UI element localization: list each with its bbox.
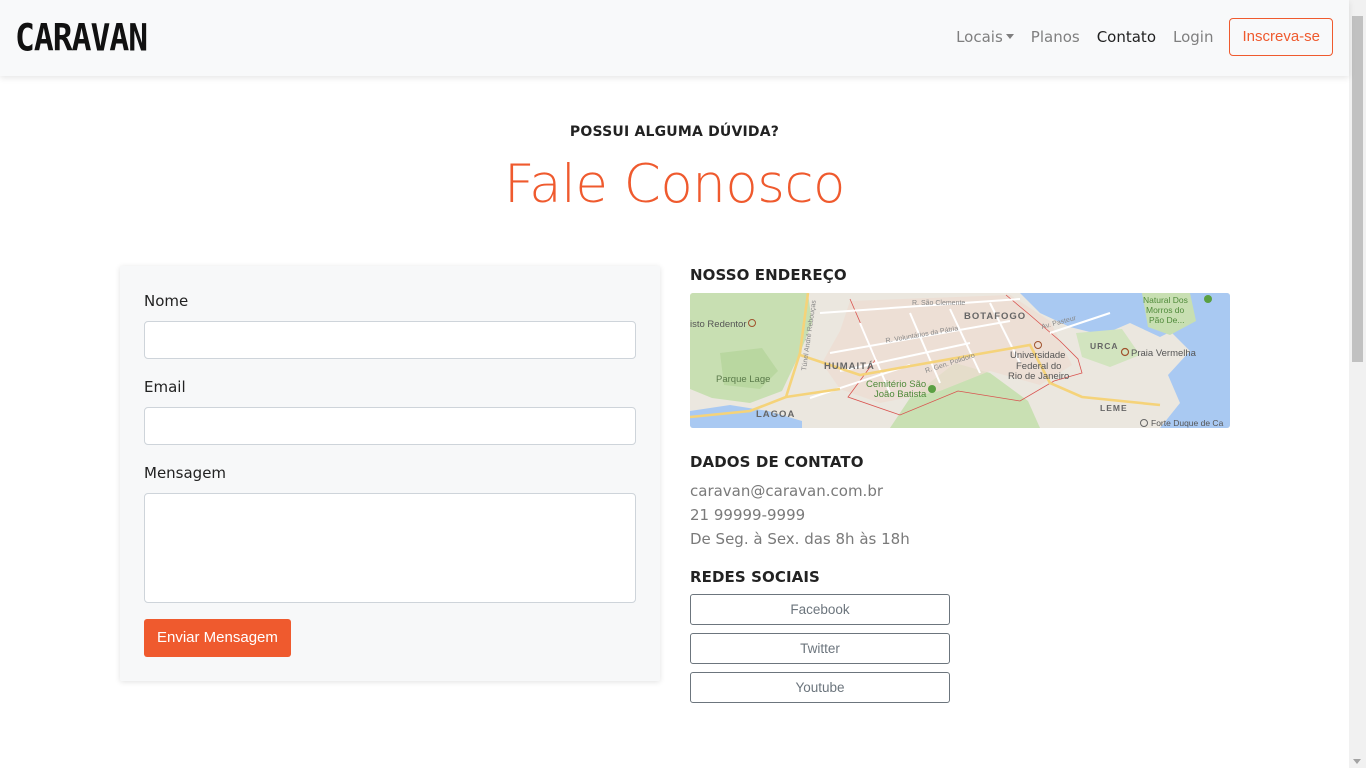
map-label-univ-3: Rio de Janeiro bbox=[1008, 371, 1069, 382]
address-map[interactable]: isto Redentor Parque Lage HUMAITÁ LAGOA … bbox=[690, 293, 1230, 428]
email-label: Email bbox=[144, 378, 186, 396]
nav-link-locais[interactable]: Locais bbox=[956, 18, 1014, 56]
nav-link-planos[interactable]: Planos bbox=[1031, 18, 1080, 56]
page-scrollbar[interactable] bbox=[1349, 0, 1366, 768]
name-label: Nome bbox=[144, 292, 189, 310]
map-label-urca: URCA bbox=[1090, 341, 1119, 351]
map-label-parque-lage: Parque Lage bbox=[716, 374, 770, 385]
address-heading: NOSSO ENDEREÇO bbox=[690, 266, 847, 284]
map-label-humaita: HUMAITÁ bbox=[824, 361, 875, 372]
contact-hours: De Seg. à Sex. das 8h às 18h bbox=[690, 530, 910, 548]
map-street-sao-clemente: R. São Clemente bbox=[912, 300, 965, 307]
nav-link-label: Locais bbox=[956, 28, 1003, 46]
map-label-pao-3: Pão De... bbox=[1149, 315, 1184, 325]
map-label-cemiterio-2: João Batista bbox=[874, 389, 927, 400]
map-label-univ-1: Universidade bbox=[1010, 350, 1065, 361]
contact-heading: DADOS DE CONTATO bbox=[690, 453, 864, 471]
map-label-pao-2: Morros do bbox=[1146, 305, 1185, 315]
brand-logo[interactable]: CARAVAN bbox=[15, 17, 148, 58]
twitter-button[interactable]: Twitter bbox=[690, 633, 950, 664]
contact-phone: 21 99999-9999 bbox=[690, 506, 806, 524]
nav-link-contato[interactable]: Contato bbox=[1097, 18, 1156, 56]
message-textarea[interactable] bbox=[144, 493, 636, 603]
contact-form: Nome Email Mensagem Enviar Mensagem bbox=[120, 266, 660, 681]
youtube-button[interactable]: Youtube bbox=[690, 672, 950, 703]
page-title: Fale Conosco bbox=[504, 154, 845, 215]
map-label-pao-1: Natural Dos bbox=[1143, 295, 1188, 305]
scrollbar-thumb[interactable] bbox=[1352, 16, 1363, 362]
scroll-down-arrow-icon[interactable] bbox=[1353, 759, 1361, 764]
map-label-cristo: isto Redentor bbox=[690, 319, 747, 330]
poi-park-icon bbox=[1204, 295, 1212, 303]
map-label-lagoa: LAGOA bbox=[756, 409, 795, 420]
map-label-praia: Praia Vermelha bbox=[1131, 348, 1197, 359]
email-input[interactable] bbox=[144, 407, 636, 445]
nav-link-login[interactable]: Login bbox=[1173, 18, 1213, 56]
page-eyebrow: POSSUI ALGUMA DÚVIDA? bbox=[569, 124, 780, 140]
nav-menu: Locais Planos Contato Login Inscreva-se bbox=[939, 18, 1333, 56]
contact-email: caravan@caravan.com.br bbox=[690, 482, 884, 500]
map-label-leme: LEME bbox=[1100, 403, 1128, 413]
poi-park-icon bbox=[928, 385, 936, 393]
signup-button[interactable]: Inscreva-se bbox=[1229, 18, 1333, 56]
facebook-button[interactable]: Facebook bbox=[690, 594, 950, 625]
caret-down-icon bbox=[1005, 34, 1014, 39]
map-label-forte: Forte Duque de Ca bbox=[1151, 418, 1224, 428]
message-label: Mensagem bbox=[144, 464, 227, 482]
map-label-botafogo: BOTAFOGO bbox=[964, 311, 1026, 322]
name-input[interactable] bbox=[144, 321, 636, 359]
social-heading: REDES SOCIAIS bbox=[690, 568, 820, 586]
send-message-button[interactable]: Enviar Mensagem bbox=[144, 619, 291, 657]
navbar: CARAVAN Locais Planos Contato Login Insc… bbox=[0, 0, 1349, 76]
